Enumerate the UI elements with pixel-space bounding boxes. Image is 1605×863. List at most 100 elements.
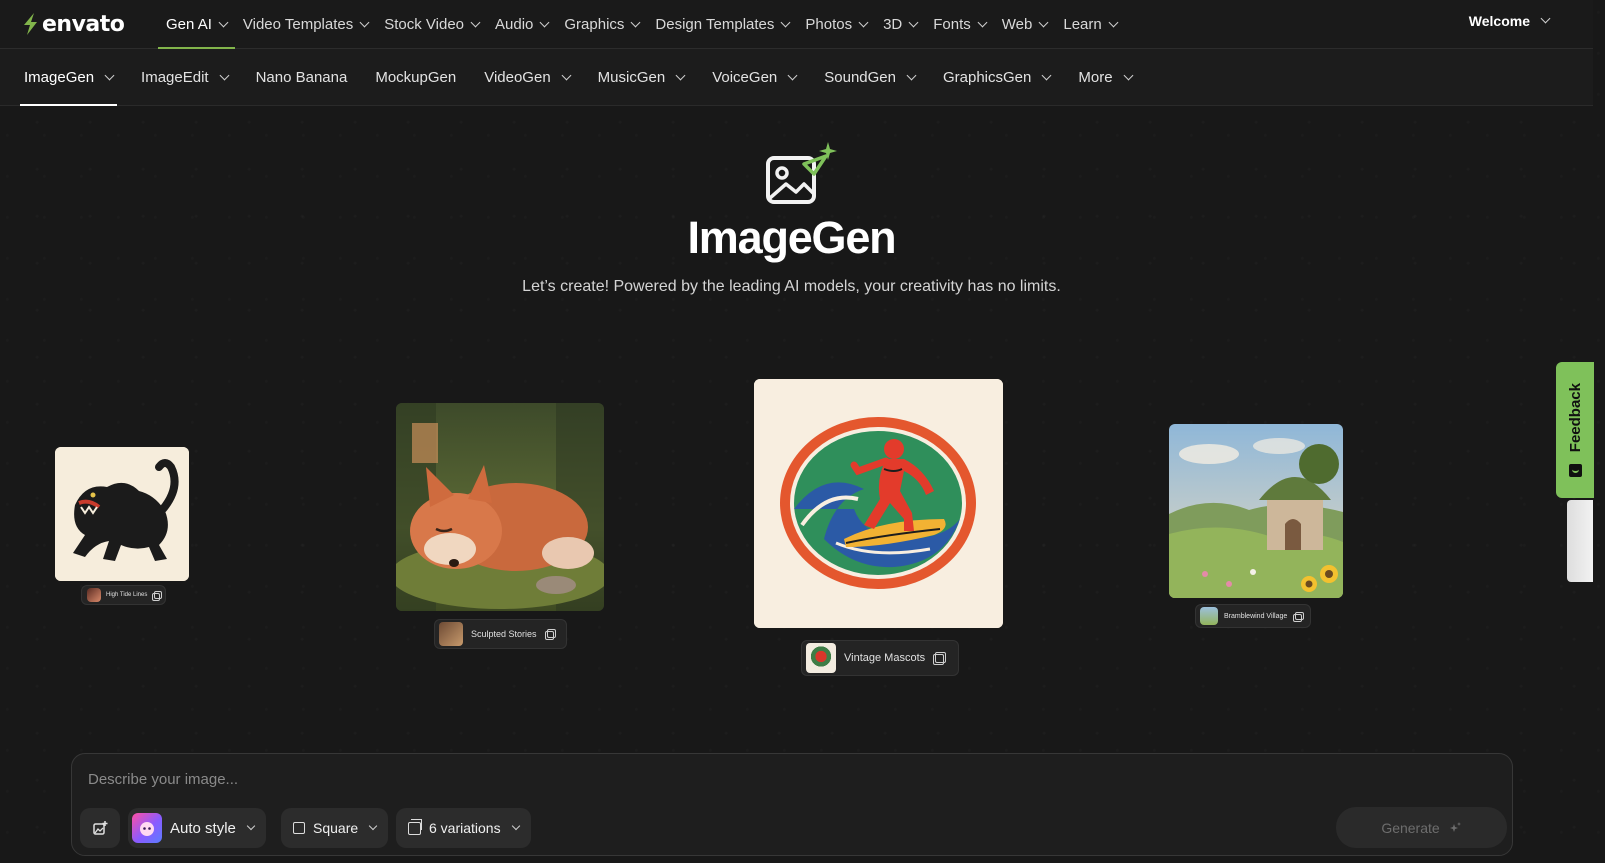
subnav-item-videogen[interactable]: VideoGen bbox=[480, 49, 573, 106]
tag-thumbnail bbox=[806, 643, 836, 673]
bramblewind-village-artwork bbox=[1169, 424, 1343, 598]
variations-select[interactable]: 6 variations bbox=[396, 808, 531, 848]
chevron-down-icon bbox=[908, 17, 919, 27]
sparkle-icon bbox=[1449, 821, 1461, 832]
chevron-down-icon bbox=[630, 17, 641, 27]
tag-thumbnail bbox=[1200, 607, 1218, 625]
chevron-down-icon bbox=[1540, 13, 1551, 24]
topnav-item-label: Learn bbox=[1063, 15, 1102, 33]
chevron-down-icon bbox=[675, 70, 686, 80]
topnav-item-gen-ai[interactable]: Gen AI bbox=[158, 0, 235, 49]
smile-icon bbox=[1568, 464, 1582, 478]
chevron-down-icon bbox=[906, 70, 917, 80]
style-select[interactable]: Auto style bbox=[128, 808, 266, 848]
topnav-item-graphics[interactable]: Graphics bbox=[556, 0, 647, 49]
aspect-ratio-select[interactable]: Square bbox=[281, 808, 389, 848]
copy-icon[interactable] bbox=[933, 651, 947, 665]
envato-logo[interactable]: envato bbox=[20, 0, 150, 49]
topnav-item-photos[interactable]: Photos bbox=[797, 0, 875, 49]
subnav-item-graphicsgen[interactable]: GraphicsGen bbox=[939, 49, 1054, 106]
topnav-item-label: Graphics bbox=[564, 15, 625, 33]
tag-thumbnail bbox=[439, 622, 463, 646]
chevron-down-icon bbox=[977, 17, 988, 27]
variations-icon bbox=[408, 818, 422, 835]
subnav-item-mockupgen[interactable]: MockupGen bbox=[371, 49, 460, 106]
image-add-icon bbox=[93, 821, 108, 835]
tag-label: Bramblewind Village bbox=[1224, 612, 1288, 620]
gallery-card-fox[interactable] bbox=[396, 403, 604, 611]
chevron-down-icon bbox=[780, 17, 791, 27]
chevron-down-icon bbox=[1041, 70, 1052, 80]
gallery-tag-sculpted-stories[interactable]: Sculpted Stories bbox=[434, 619, 567, 649]
gallery-tag-high-tide-lines[interactable]: High Tide Lines bbox=[81, 585, 167, 605]
topnav-item-label: 3D bbox=[883, 15, 903, 33]
subnav-item-more[interactable]: More bbox=[1074, 49, 1135, 106]
gallery-tag-vintage-mascots[interactable]: Vintage Mascots bbox=[801, 640, 960, 676]
feedback-label: Feedback bbox=[1566, 382, 1584, 453]
topnav-item-label: Web bbox=[1001, 15, 1033, 33]
prompt-input[interactable] bbox=[88, 764, 1488, 794]
genai-sub-nav: ImageGen ImageEdit Nano Banana MockupGen Vid… bbox=[0, 49, 1593, 106]
mascot-face-icon bbox=[140, 822, 154, 836]
subnav-item-imagegen[interactable]: ImageGen bbox=[20, 49, 118, 106]
topnav-item-label: Video Templates bbox=[242, 15, 354, 33]
sleeping-fox-artwork bbox=[396, 403, 604, 611]
topnav-item-design-templates[interactable]: Design Templates bbox=[647, 0, 797, 49]
top-nav: envato Gen AI Video Templates Stock Video A… bbox=[0, 0, 1593, 49]
copy-icon[interactable] bbox=[1293, 611, 1304, 622]
subnav-item-imageedit[interactable]: ImageEdit bbox=[137, 49, 232, 106]
chevron-down-icon bbox=[1108, 17, 1119, 27]
gallery-card-surfer[interactable] bbox=[754, 379, 1003, 628]
topnav-item-label: Design Templates bbox=[655, 15, 775, 33]
gallery-card-village[interactable] bbox=[1169, 424, 1343, 598]
copy-icon[interactable] bbox=[152, 591, 162, 601]
style-thumbnail bbox=[132, 813, 162, 843]
envato-leaf-icon bbox=[24, 13, 37, 35]
tag-thumbnail bbox=[87, 588, 101, 602]
subnav-item-nano-banana[interactable]: Nano Banana bbox=[252, 49, 352, 106]
top-nav-items: Gen AI Video Templates Stock Video Audio Gra… bbox=[158, 0, 1125, 49]
topnav-item-label: Photos bbox=[805, 15, 853, 33]
topnav-item-audio[interactable]: Audio bbox=[487, 0, 556, 49]
chevron-down-icon bbox=[218, 17, 229, 27]
subnav-item-musicgen[interactable]: MusicGen bbox=[594, 49, 689, 106]
welcome-menu[interactable]: Welcome bbox=[1469, 0, 1551, 41]
chevron-down-icon bbox=[1123, 70, 1133, 80]
gallery-tag-bramblewind-village[interactable]: Bramblewind Village bbox=[1195, 604, 1312, 628]
topnav-item-learn[interactable]: Learn bbox=[1055, 0, 1124, 49]
chevron-down-icon bbox=[246, 821, 256, 831]
topnav-item-video-templates[interactable]: Video Templates bbox=[235, 0, 376, 49]
side-widget[interactable] bbox=[1567, 500, 1593, 582]
subnav-item-label: SoundGen bbox=[824, 68, 896, 86]
topnav-item-label: Gen AI bbox=[166, 15, 212, 33]
topnav-item-web[interactable]: Web bbox=[994, 0, 1056, 49]
copy-icon[interactable] bbox=[544, 628, 557, 641]
chevron-down-icon bbox=[104, 70, 115, 80]
brand-name: envato bbox=[42, 11, 125, 37]
subnav-item-label: ImageGen bbox=[24, 68, 95, 86]
topnav-item-3d[interactable]: 3D bbox=[875, 0, 925, 49]
chevron-down-icon bbox=[561, 70, 572, 80]
image-upload-button[interactable] bbox=[80, 808, 120, 848]
gallery-card-panther[interactable] bbox=[55, 447, 189, 581]
generate-button[interactable]: Generate bbox=[1336, 807, 1507, 848]
topnav-item-stock-video[interactable]: Stock Video bbox=[376, 0, 487, 49]
subnav-item-soundgen[interactable]: SoundGen bbox=[820, 49, 919, 106]
chevron-down-icon bbox=[787, 70, 798, 80]
style-label: Auto style bbox=[170, 819, 236, 837]
subnav-item-label: VideoGen bbox=[484, 68, 551, 86]
feedback-tab[interactable]: Feedback bbox=[1556, 362, 1594, 498]
panther-artwork bbox=[55, 447, 189, 581]
subnav-item-voicegen[interactable]: VoiceGen bbox=[708, 49, 800, 106]
prompt-bar: Auto style Square 6 variations Generate bbox=[71, 753, 1513, 856]
chevron-down-icon bbox=[1038, 17, 1049, 27]
square-icon bbox=[293, 822, 305, 834]
chevron-down-icon bbox=[359, 17, 370, 27]
chevron-down-icon bbox=[219, 70, 230, 80]
topnav-item-label: Stock Video bbox=[384, 15, 465, 33]
subnav-item-label: GraphicsGen bbox=[942, 68, 1032, 86]
tag-label: High Tide Lines bbox=[106, 592, 148, 598]
subnav-item-label: Nano Banana bbox=[255, 68, 348, 86]
subnav-item-label: MusicGen bbox=[597, 68, 666, 86]
topnav-item-fonts[interactable]: Fonts bbox=[925, 0, 994, 49]
